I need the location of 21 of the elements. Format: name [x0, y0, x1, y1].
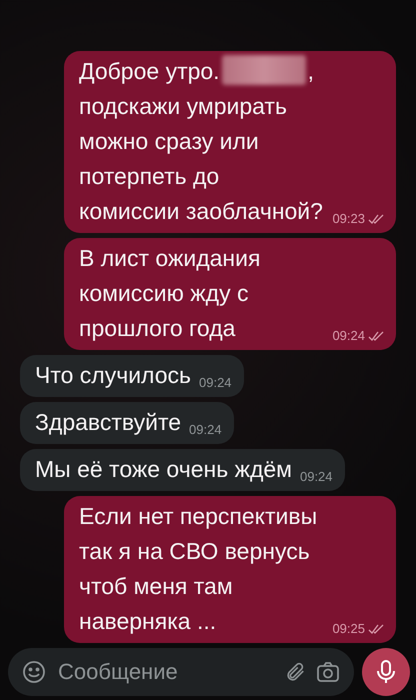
double-check-icon — [368, 214, 384, 224]
message-field[interactable]: Сообщение — [8, 648, 354, 696]
message-time: 09:24 — [332, 328, 365, 344]
microphone-icon — [376, 659, 396, 685]
message-time: 09:24 — [300, 469, 333, 485]
message-time: 09:24 — [199, 375, 232, 391]
emoji-icon[interactable] — [22, 660, 46, 684]
message-time: 09:23 — [332, 211, 365, 227]
message-text: Мы её тоже очень ждём — [35, 455, 292, 484]
message-text: Доброе утро. , подскажи умрирать можно сразу или потерпеть до комиссии заоблачной? — [79, 54, 324, 229]
microphone-button[interactable] — [362, 648, 410, 696]
message-input[interactable]: Сообщение — [56, 658, 274, 686]
message-text: В лист ожидания комиссию жду с прошлого года — [79, 244, 262, 343]
camera-icon[interactable] — [316, 661, 340, 683]
message-text: Здравствуйте — [35, 408, 182, 437]
message-text: Если нет перспективы так я на СВО вернусь чтоб меня там наверняка ... — [79, 502, 318, 636]
double-check-icon — [368, 331, 384, 341]
message-text: Что случилось — [35, 361, 191, 390]
message-time: 09:25 — [332, 621, 365, 637]
message-time: 09:24 — [189, 422, 222, 438]
double-check-icon — [368, 624, 384, 634]
